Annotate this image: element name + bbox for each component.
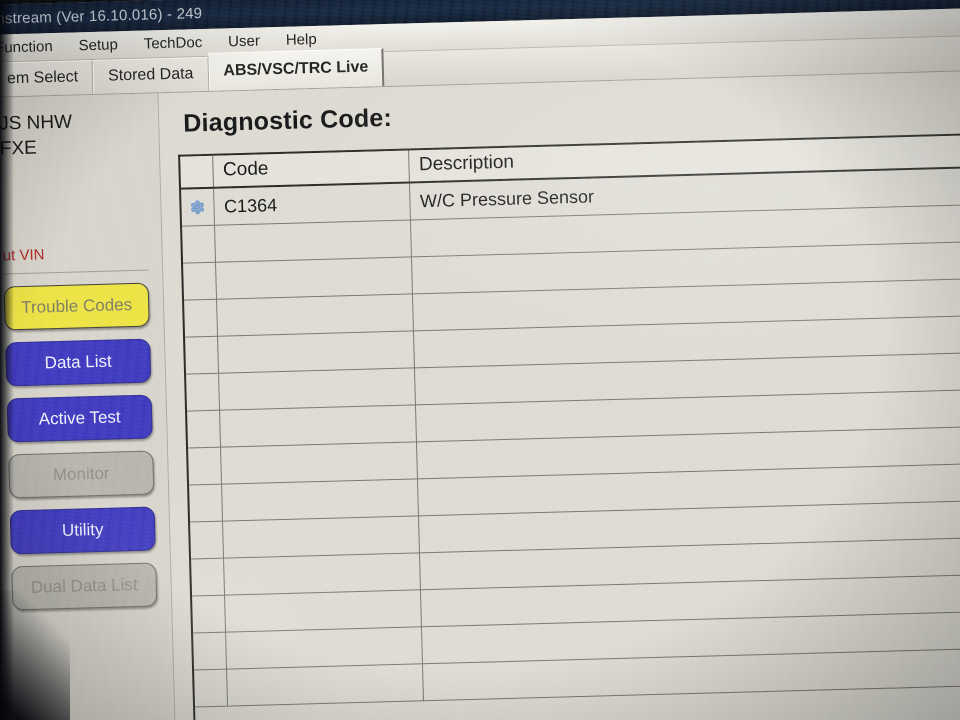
vehicle-line-2: FXE [0,137,38,160]
diagnostic-code-table-wrap: Code Description C1364 W/C Pressure Senso… [178,131,960,720]
empty-code-cell [217,330,414,374]
window-body: JS NHW FXE ut VIN Trouble Codes Data Lis… [0,69,960,720]
empty-icon-cell [192,595,226,633]
empty-icon-cell [186,373,220,412]
empty-code-cell [220,441,417,485]
dual-data-list-button: Dual Data List [11,562,158,611]
empty-code-cell [218,367,415,411]
page-title: Diagnostic Code: [182,103,393,138]
empty-icon-cell [182,225,216,264]
empty-code-cell [216,293,413,337]
empty-code-cell [214,219,411,263]
main-content: Diagnostic Code: Code Description C1364 … [158,69,960,720]
tab-stored-data[interactable]: Stored Data [92,56,209,94]
cell-code: C1364 [213,182,410,226]
techstream-window: nstream (Ver 16.10.016) - 249 Function S… [0,0,960,720]
empty-icon-cell [188,447,222,486]
trouble-codes-button[interactable]: Trouble Codes [3,282,150,331]
empty-icon-cell [190,521,224,560]
menu-item-help[interactable]: Help [286,31,317,49]
empty-code-cell [221,478,418,522]
utility-button[interactable]: Utility [9,506,156,555]
empty-icon-cell [189,484,223,523]
sidebar: JS NHW FXE ut VIN Trouble Codes Data Lis… [0,93,178,720]
column-header-icon [180,155,214,189]
menu-item-techdoc[interactable]: TechDoc [144,34,203,53]
menu-item-function[interactable]: Function [0,38,53,57]
column-header-code: Code [212,150,409,188]
row-status-icon-cell [181,187,215,227]
window-title: nstream (Ver 16.10.016) - 249 [0,5,203,28]
tab-abs-vsc-trc-live[interactable]: ABS/VSC/TRC Live [207,48,385,91]
monitor-button: Monitor [8,450,155,499]
empty-icon-cell [194,669,228,707]
menu-item-setup[interactable]: Setup [78,36,118,54]
photographed-screen: nstream (Ver 16.10.016) - 249 Function S… [0,0,960,720]
snowflake-icon [189,199,205,215]
data-list-button[interactable]: Data List [5,338,152,387]
sidebar-divider [3,269,149,275]
empty-code-cell [223,552,420,596]
empty-code-cell [222,515,419,559]
empty-icon-cell [185,336,219,375]
empty-code-cell [224,589,421,633]
diagnostic-code-table: Code Description C1364 W/C Pressure Senso… [180,133,960,707]
empty-code-cell [226,663,423,707]
menu-item-user[interactable]: User [228,32,260,50]
empty-code-cell [215,256,412,300]
empty-icon-cell [183,262,217,301]
empty-icon-cell [193,632,227,670]
input-vin-link[interactable]: ut VIN [3,244,148,264]
empty-icon-cell [184,299,218,338]
empty-code-cell [225,626,422,670]
active-test-button[interactable]: Active Test [6,394,153,443]
empty-icon-cell [187,410,221,449]
tab-system-select[interactable]: em Select [0,59,94,97]
table-body: C1364 W/C Pressure Sensor [181,165,960,707]
empty-icon-cell [191,558,225,597]
empty-code-cell [219,404,416,448]
